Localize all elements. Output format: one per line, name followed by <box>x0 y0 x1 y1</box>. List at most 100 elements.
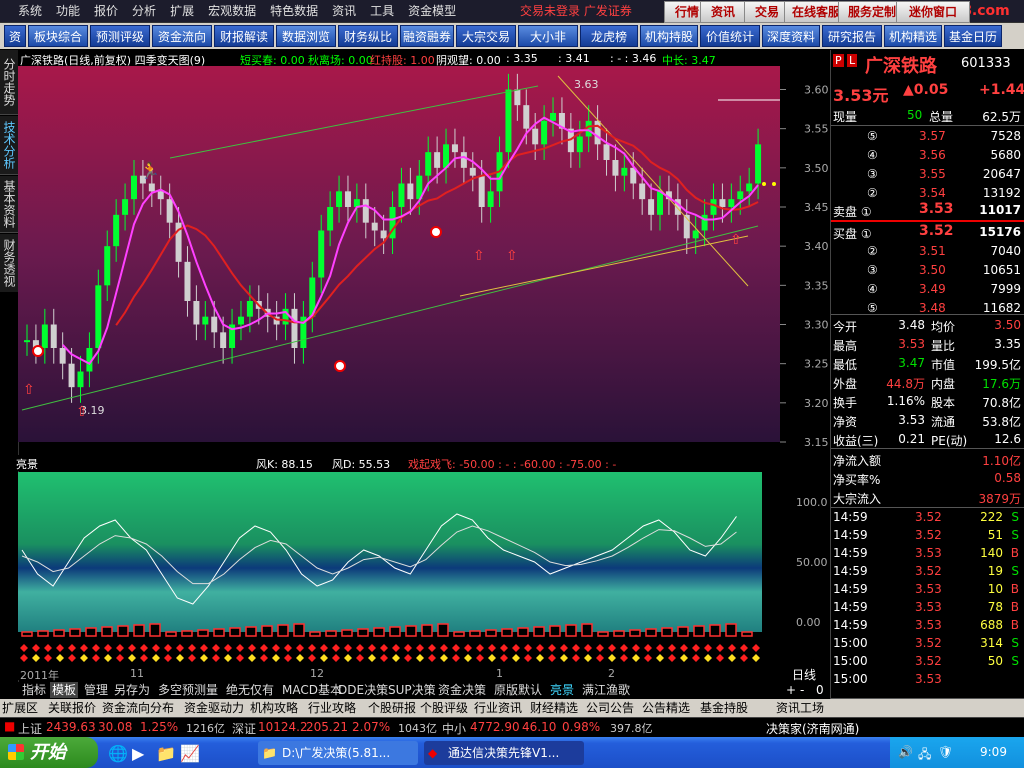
toolbar-tab[interactable]: 价值统计 <box>700 25 760 47</box>
candle-body <box>68 363 75 388</box>
indicator-tab[interactable]: 管理 <box>82 682 110 698</box>
extension-link[interactable]: 资金流向分布 <box>102 699 174 717</box>
toolbar-tab[interactable]: 资 <box>4 25 26 47</box>
tick-price: 3.52 <box>915 564 942 578</box>
toolbar-tab[interactable]: 深度资料 <box>762 25 820 47</box>
toolbar-tab[interactable]: 融资融券 <box>400 25 454 47</box>
last-price: 3.53元 <box>833 86 889 105</box>
stat-value: 3.50 <box>994 318 1021 332</box>
extension-link[interactable]: 行业攻略 <box>308 699 356 717</box>
indicator-tab[interactable]: 原版默认 <box>492 682 544 698</box>
extension-link[interactable]: 基金持股 <box>700 699 748 717</box>
extension-link[interactable]: 公告精选 <box>642 699 690 717</box>
toolbar-tab[interactable]: 机构精选 <box>884 25 942 47</box>
ask-level-row[interactable]: ③ 3.55 20647 <box>831 165 1024 184</box>
bid-level-row[interactable]: ④ 3.49 7999 <box>831 280 1024 299</box>
extension-link[interactable]: 公司公告 <box>586 699 634 717</box>
toolbar-tab[interactable]: 龙虎榜 <box>580 25 638 47</box>
extension-link[interactable]: 扩展区 <box>2 699 38 717</box>
stock-app-icon[interactable]: 📈 <box>180 744 200 763</box>
toolbar-tab[interactable]: 研究报告 <box>822 25 882 47</box>
cur-volume-label: 现量 <box>833 110 858 124</box>
menu-right-button[interactable]: 资讯 <box>700 1 746 23</box>
candle-body <box>50 324 57 348</box>
toolbar-tab[interactable]: 财务纵比 <box>338 25 398 47</box>
menu-item[interactable]: 工具 <box>363 0 401 22</box>
volume-bar <box>53 629 65 637</box>
tick-time: 15:00 <box>833 636 868 650</box>
folder-icon[interactable]: 📁 <box>156 744 176 763</box>
menu-right-button[interactable]: 迷你窗口 <box>896 1 970 23</box>
toolbar-tab[interactable]: 预测评级 <box>90 25 150 47</box>
extension-link[interactable]: 财经精选 <box>530 699 578 717</box>
toolbar-tab[interactable]: 资金流向 <box>152 25 212 47</box>
extension-link[interactable]: 个股研报 <box>368 699 416 717</box>
bid-volume: 7999 <box>990 282 1021 296</box>
candle-body <box>434 152 441 168</box>
tray-icon[interactable]: 🛡 <box>938 745 953 759</box>
side-tab[interactable]: 财务透视 <box>0 234 18 293</box>
toolbar-tab[interactable]: 大宗交易 <box>456 25 516 47</box>
side-tab[interactable]: 分时走势 <box>0 50 18 115</box>
indicator-tab[interactable]: 模板 <box>50 682 79 698</box>
sub-indicator-value: 戏起戏飞: -50.00 : - : -60.00 : -75.00 : - <box>408 458 617 471</box>
task-explorer[interactable]: 📁 D:\广发决策(5.81... <box>258 741 418 765</box>
media-icon[interactable]: ▶ <box>132 744 144 763</box>
toolbar-tab[interactable]: 机构持股 <box>640 25 698 47</box>
price-chart[interactable]: 3.60 3.55 3.50 3.45 3.40 3.35 3.30 3.25 3.20 3.15… <box>18 66 830 452</box>
bid-level-row[interactable]: ② 3.51 7040 <box>831 242 1024 261</box>
menu-item[interactable]: 功能 <box>49 0 87 22</box>
indicator-tab[interactable]: DDE决策 <box>336 682 390 698</box>
settings-button[interactable]: 0 <box>816 683 824 697</box>
extension-link[interactable]: 资金驱动力 <box>184 699 244 717</box>
bid-price: 3.50 <box>919 263 946 277</box>
index-icon: ■ <box>4 719 16 733</box>
zoom-in-button[interactable]: + <box>786 683 796 697</box>
candle-body <box>639 183 646 200</box>
task-tdx[interactable]: ◆ 通达信决策先锋V1... <box>424 741 584 765</box>
candle-body <box>371 222 378 231</box>
indicator-tab[interactable]: 亮景 <box>548 682 576 698</box>
side-tab[interactable]: 技术分析 <box>0 116 18 175</box>
menu-item[interactable]: 特色数据 <box>263 0 325 22</box>
indicator-tab[interactable]: 另存为 <box>112 682 152 698</box>
menu-item[interactable]: 扩展 <box>163 0 201 22</box>
ask-level-row[interactable]: ④ 3.56 5680 <box>831 146 1024 165</box>
indicator-tab[interactable]: 绝无仅有 <box>224 682 276 698</box>
tick-volume: 51 <box>987 528 1003 542</box>
toolbar-tab[interactable]: 板块综合 <box>28 25 88 47</box>
menu-item[interactable]: 资讯 <box>325 0 363 22</box>
menu-item[interactable]: 报价 <box>87 0 125 22</box>
menu-item[interactable]: 资金模型 <box>401 0 463 22</box>
toolbar-tab[interactable]: 数据浏览 <box>276 25 336 47</box>
menu-item[interactable]: 系统 <box>0 0 49 22</box>
indicator-tab[interactable]: 满江渔歌 <box>580 682 632 698</box>
toolbar-tab[interactable]: 基金日历 <box>944 25 1002 47</box>
extension-link[interactable]: 机构攻略 <box>250 699 298 717</box>
tick-volume: 19 <box>987 564 1003 578</box>
toolbar-tab[interactable]: 财报解读 <box>214 25 274 47</box>
extension-link[interactable]: 行业资讯 <box>474 699 522 717</box>
bid-level-row[interactable]: ③ 3.50 10651 <box>831 261 1024 280</box>
toolbar-tab[interactable]: 大小非 <box>518 25 578 47</box>
volume-bar <box>325 630 337 637</box>
side-tab[interactable]: 基本资料 <box>0 176 18 233</box>
ask-level-row[interactable]: ⑤ 3.57 7528 <box>831 127 1024 146</box>
start-button[interactable]: 开始 <box>0 737 98 768</box>
indicator-tab[interactable]: MACD基本 <box>280 682 344 698</box>
menu-item[interactable]: 分析 <box>125 0 163 22</box>
tray-icon[interactable]: 🖧 <box>918 745 931 766</box>
zoom-out-button[interactable]: - <box>800 683 804 697</box>
extension-link[interactable]: 关联报价 <box>48 699 96 717</box>
candle-body <box>220 332 227 348</box>
indicator-tab[interactable]: SUP决策 <box>386 682 438 698</box>
indicator-chart[interactable]: 100.0 50.00 0.00 <box>18 472 830 668</box>
extension-link[interactable]: 个股评级 <box>420 699 468 717</box>
indicator-tab[interactable]: 多空预测量 <box>156 682 220 698</box>
indicator-tab[interactable]: 指标 <box>20 682 48 698</box>
ie-icon[interactable]: 🌐 <box>108 744 128 763</box>
extension-link[interactable]: 资讯工场 <box>776 699 824 717</box>
tray-icon[interactable]: 🔊 <box>898 745 913 759</box>
indicator-tab[interactable]: 资金决策 <box>436 682 488 698</box>
menu-item[interactable]: 宏观数据 <box>201 0 263 22</box>
